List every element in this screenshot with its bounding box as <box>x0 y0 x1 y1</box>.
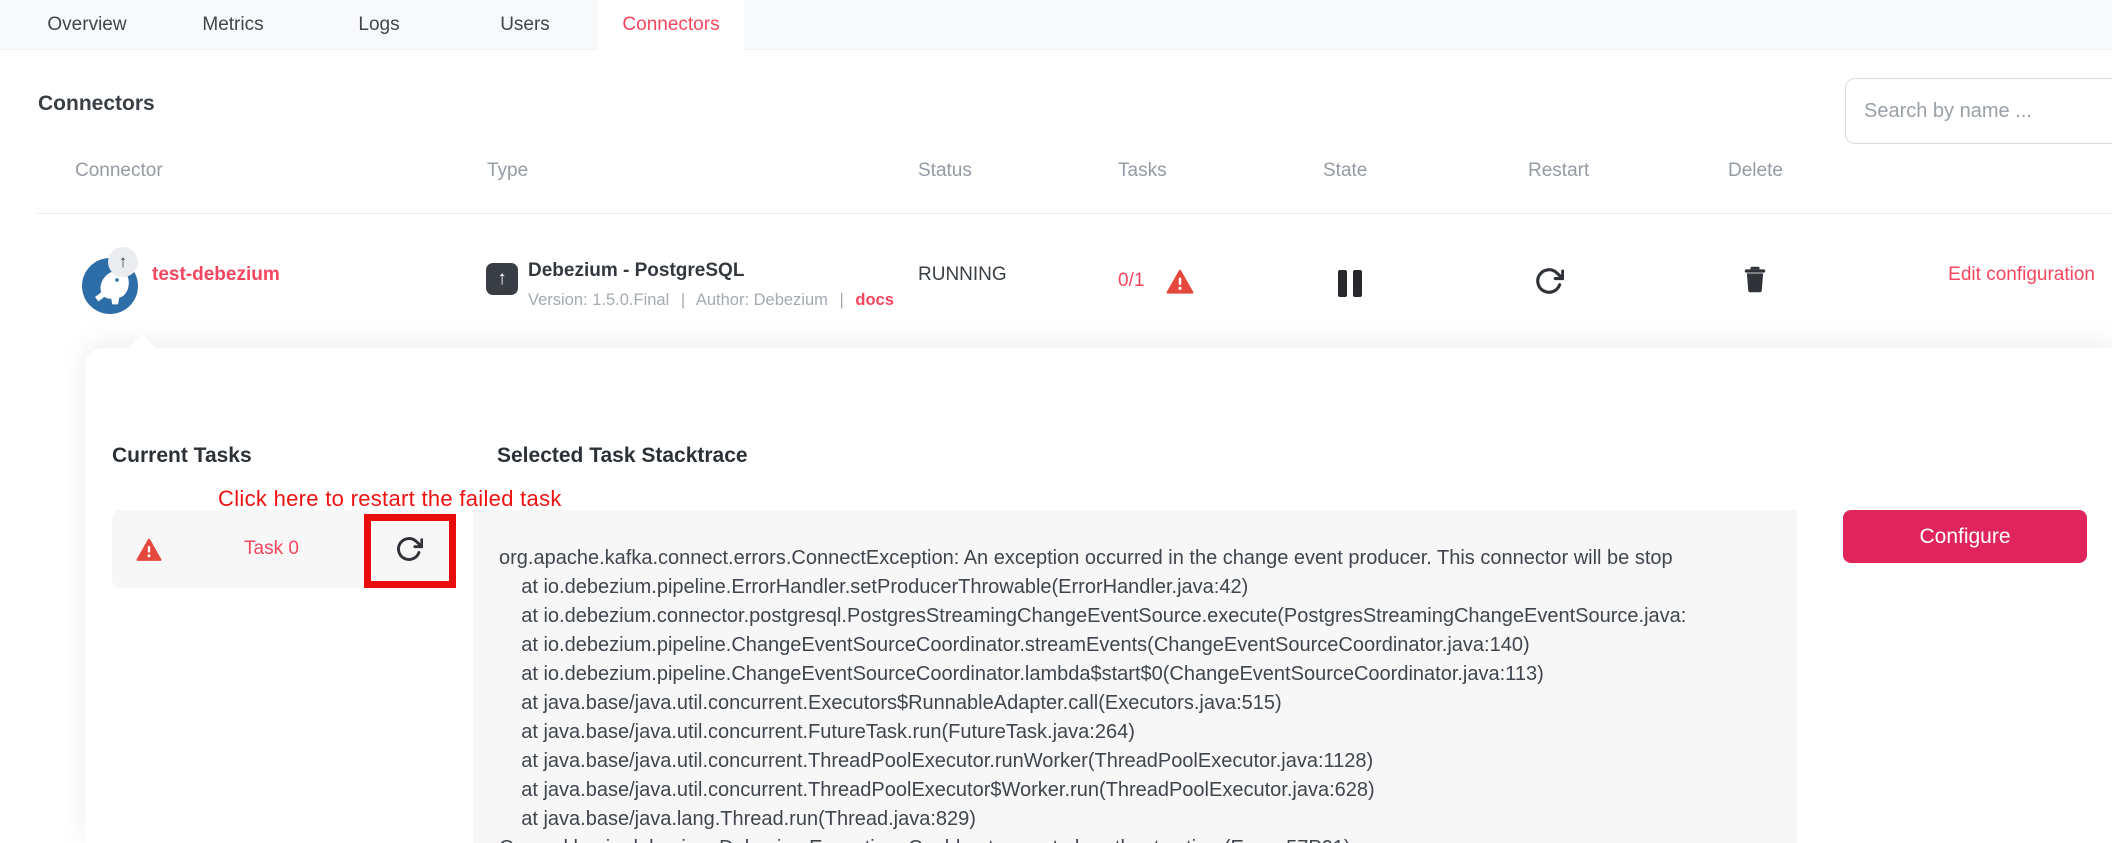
delete-connector-button[interactable] <box>1740 264 1770 294</box>
tab-overview[interactable]: Overview <box>14 0 160 50</box>
stacktrace-line: at java.base/java.util.concurrent.Thread… <box>499 747 1797 776</box>
connect-ui-screen: Overview Metrics Logs Users Connectors C… <box>0 0 2112 843</box>
task-warning-triangle-icon <box>136 537 162 563</box>
column-header-state: State <box>1323 160 1367 182</box>
column-header-delete: Delete <box>1728 160 1783 182</box>
stacktrace-line: org.apache.kafka.connect.errors.ConnectE… <box>499 544 1797 573</box>
connector-author: Author: Debezium <box>696 291 828 309</box>
restart-connector-button[interactable] <box>1534 266 1564 296</box>
tasks-ratio: 0/1 <box>1118 270 1144 292</box>
tab-metrics[interactable]: Metrics <box>160 0 306 50</box>
subtitle-separator: | <box>681 291 685 309</box>
task-restart-button[interactable] <box>395 535 423 563</box>
configure-button[interactable]: Configure <box>1843 510 2087 563</box>
table-header-divider <box>38 213 2112 214</box>
stacktrace-title: Selected Task Stacktrace <box>497 444 748 468</box>
current-tasks-title: Current Tasks <box>112 444 252 468</box>
tab-connectors[interactable]: Connectors <box>598 0 744 50</box>
connector-type-title: Debezium - PostgreSQL <box>528 260 744 282</box>
connector-type-subtitle: Version: 1.5.0.Final | Author: Debezium … <box>528 291 894 310</box>
pause-button[interactable] <box>1338 270 1364 297</box>
tab-users[interactable]: Users <box>452 0 598 50</box>
column-header-connector: Connector <box>75 160 163 182</box>
stacktrace-line: at java.base/java.util.concurrent.Thread… <box>499 776 1797 805</box>
connector-name-link[interactable]: test-debezium <box>152 264 280 286</box>
tab-logs[interactable]: Logs <box>306 0 452 50</box>
subtitle-separator: | <box>840 291 844 309</box>
card-notch <box>127 334 157 349</box>
task-item[interactable]: Task 0 <box>112 510 455 588</box>
column-header-restart: Restart <box>1528 160 1589 182</box>
stacktrace-line: at io.debezium.pipeline.ErrorHandler.set… <box>499 573 1797 602</box>
restart-annotation-text: Click here to restart the failed task <box>218 486 562 512</box>
stacktrace-panel: org.apache.kafka.connect.errors.ConnectE… <box>473 510 1797 843</box>
warning-triangle-icon <box>1166 268 1194 296</box>
stacktrace-line: Caused by: io.debezium.DebeziumException… <box>499 834 1797 843</box>
stacktrace-line: at io.debezium.pipeline.ChangeEventSourc… <box>499 660 1797 689</box>
stacktrace-line: at io.debezium.connector.postgresql.Post… <box>499 602 1797 631</box>
page-title: Connectors <box>38 92 155 116</box>
search-input[interactable] <box>1845 78 2112 144</box>
source-connector-icon: ↑ <box>486 263 518 295</box>
column-header-status: Status <box>918 160 972 182</box>
stacktrace-line: at java.base/java.util.concurrent.Execut… <box>499 689 1797 718</box>
stacktrace-line: at io.debezium.pipeline.ChangeEventSourc… <box>499 631 1797 660</box>
edit-configuration-link[interactable]: Edit configuration <box>1948 264 2095 286</box>
column-header-tasks: Tasks <box>1118 160 1167 182</box>
stacktrace-line: at java.base/java.lang.Thread.run(Thread… <box>499 805 1797 834</box>
source-up-arrow-badge-icon: ↑ <box>108 247 138 277</box>
task-label: Task 0 <box>244 538 299 560</box>
connector-status: RUNNING <box>918 264 1007 286</box>
tab-bar: Overview Metrics Logs Users Connectors <box>0 0 2112 50</box>
column-header-type: Type <box>487 160 528 182</box>
stacktrace-line: at java.base/java.util.concurrent.Future… <box>499 718 1797 747</box>
connector-details-card: Current Tasks Selected Task Stacktrace C… <box>85 348 2112 843</box>
connector-version: Version: 1.5.0.Final <box>528 291 669 309</box>
docs-link[interactable]: docs <box>855 291 894 309</box>
